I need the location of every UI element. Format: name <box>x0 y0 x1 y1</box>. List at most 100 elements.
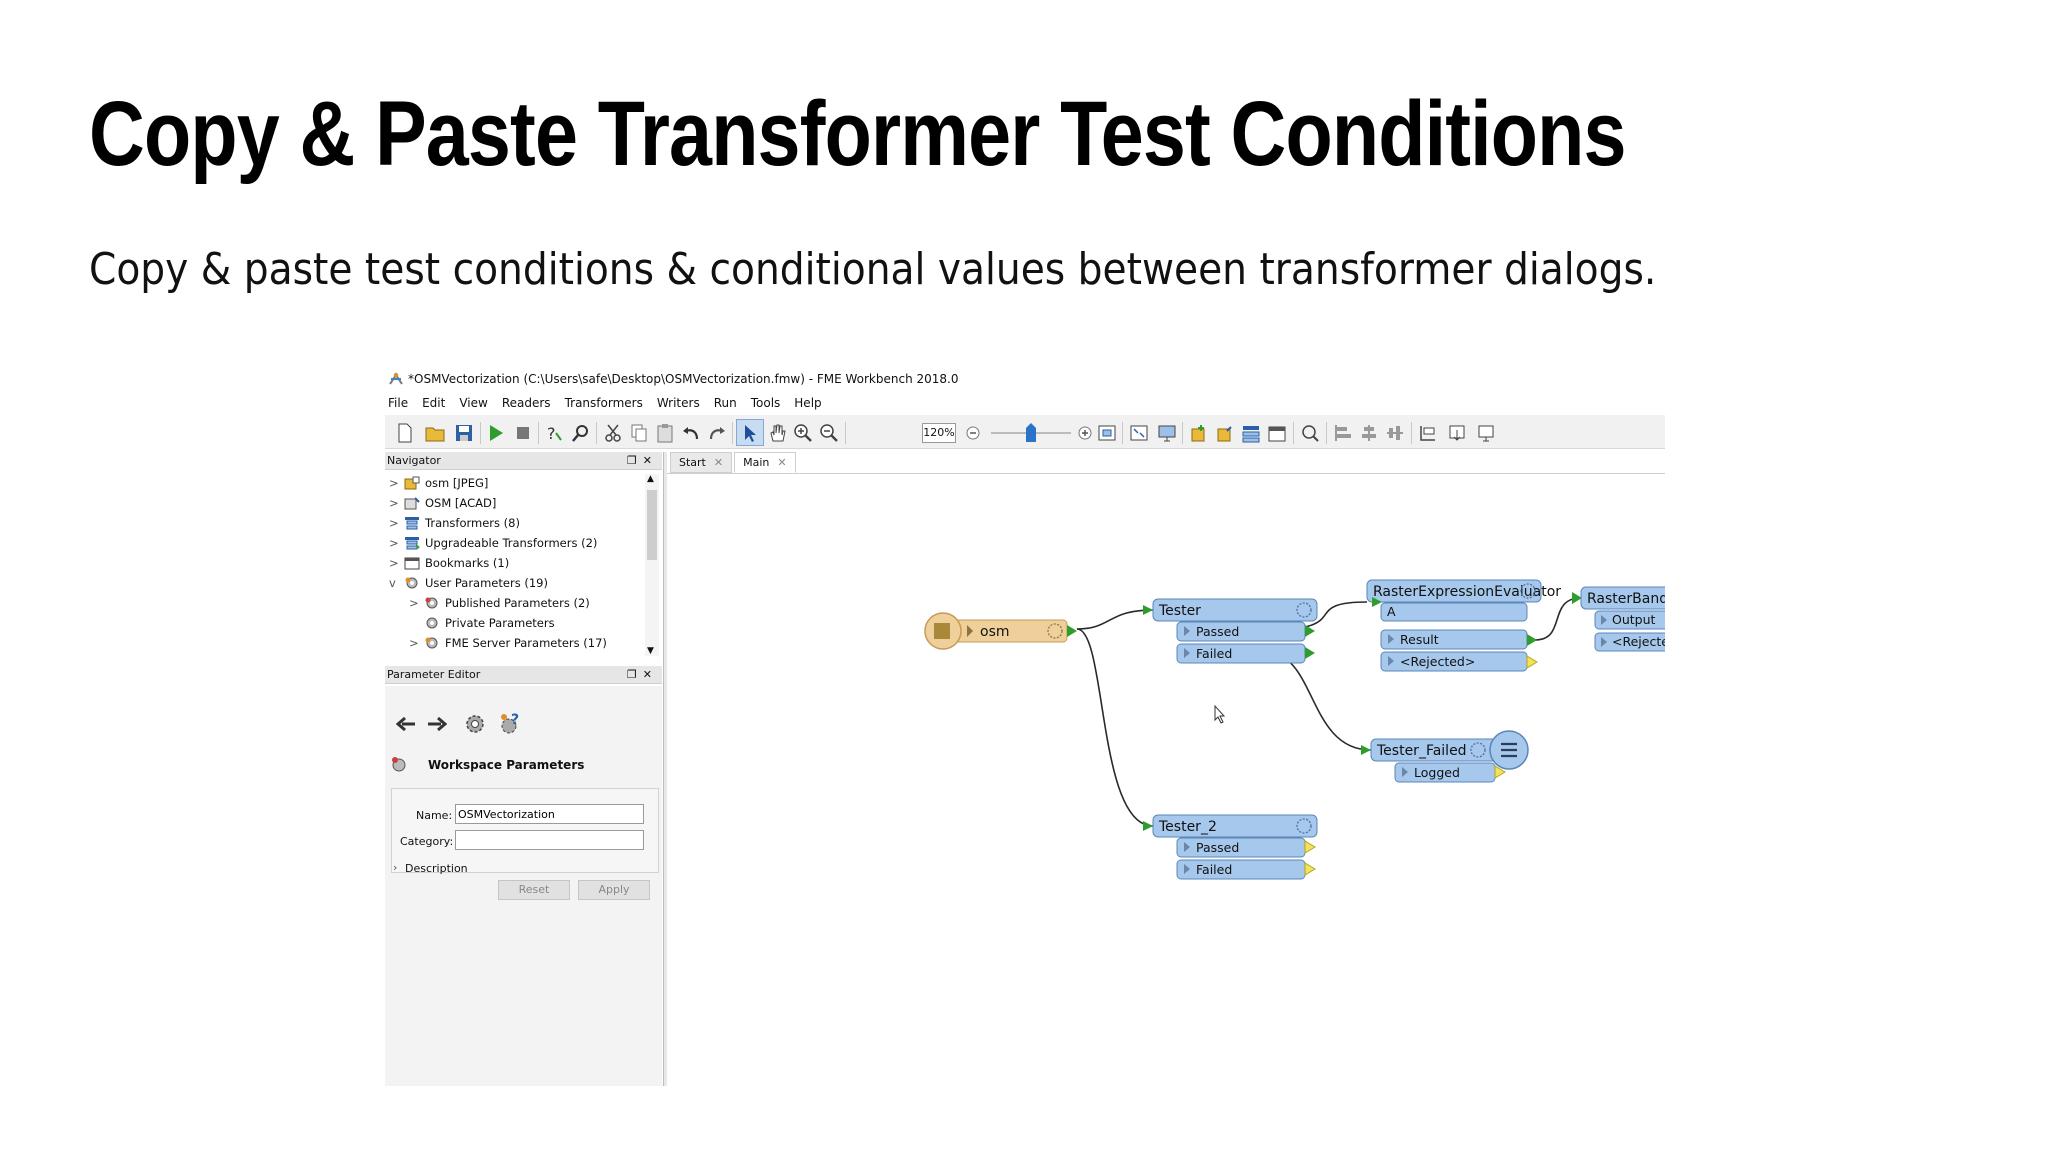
port-result: Result <box>1400 632 1439 647</box>
zoom-level-field[interactable]: 120% <box>922 423 956 443</box>
name-field[interactable] <box>455 804 644 824</box>
tree-expand-toggle[interactable]: > <box>389 476 399 490</box>
parameters-gear-icon[interactable] <box>463 712 487 736</box>
tree-item-published-parameters[interactable]: > Published Parameters (2) <box>409 594 590 612</box>
parameter-editor-window-controls[interactable]: ❐✕ <box>627 666 658 683</box>
scroll-up-icon[interactable]: ▲ <box>647 474 654 484</box>
category-field[interactable] <box>455 830 644 850</box>
find-icon[interactable] <box>571 423 591 443</box>
scroll-down-icon[interactable]: ▼ <box>647 646 654 656</box>
menu-file[interactable]: File <box>388 396 408 410</box>
tree-item-label: Upgradeable Transformers (2) <box>425 536 598 550</box>
add-writer-icon[interactable] <box>1215 423 1235 443</box>
tree-item-transformers[interactable]: > Transformers (8) <box>389 514 520 532</box>
redo-icon[interactable] <box>707 423 727 443</box>
tree-expand-toggle[interactable]: > <box>389 536 399 550</box>
pan-hand-icon[interactable] <box>767 423 787 443</box>
scrollbar-thumb[interactable] <box>647 490 657 560</box>
undo-icon[interactable] <box>681 423 701 443</box>
back-arrow-icon[interactable] <box>396 716 416 732</box>
close-icon[interactable]: ✕ <box>777 453 786 472</box>
stop-icon[interactable] <box>513 423 533 443</box>
tree-expand-toggle[interactable]: > <box>389 516 399 530</box>
open-folder-icon[interactable] <box>425 423 445 443</box>
tree-expand-toggle[interactable]: > <box>409 596 419 610</box>
transformers-icon <box>405 517 419 530</box>
zoom-in-icon[interactable] <box>793 423 813 443</box>
align-middle-icon[interactable] <box>1385 423 1405 443</box>
align-center-icon[interactable] <box>1359 423 1379 443</box>
tree-expand-toggle[interactable]: > <box>409 636 419 650</box>
add-bookmark-icon[interactable] <box>1267 423 1287 443</box>
transformer-tester-2[interactable]: Tester_2 Passed Failed <box>1143 814 1318 880</box>
tree-expand-toggle[interactable]: > <box>389 556 399 570</box>
transformer-raster-expression-evaluator[interactable]: RasterExpressionEvaluator A Result <Reje… <box>1366 579 1561 672</box>
add-transformer-icon[interactable] <box>1241 423 1261 443</box>
reader-osm[interactable]: osm <box>924 612 1077 650</box>
navigator-window-controls[interactable]: ❐✕ <box>627 452 658 469</box>
window-title: *OSMVectorization (C:\Users\safe\Desktop… <box>408 372 959 386</box>
tree-item-user-parameters[interactable]: v User Parameters (19) <box>389 574 548 592</box>
transformer-tester-failed[interactable]: Tester_Failed Logged <box>1361 730 1529 783</box>
menu-run[interactable]: Run <box>714 396 737 410</box>
reader-label: osm <box>980 624 1010 640</box>
tab-start[interactable]: Start ✕ <box>670 452 733 473</box>
tree-item-bookmarks[interactable]: > Bookmarks (1) <box>389 554 509 572</box>
parameter-help-icon[interactable]: ? <box>499 712 523 736</box>
zoom-out-icon[interactable] <box>819 423 839 443</box>
layout-top-icon[interactable] <box>1418 423 1438 443</box>
tree-expand-toggle[interactable]: v <box>389 576 399 590</box>
feature-caching-icon[interactable] <box>1300 423 1320 443</box>
navigator-tree: > osm [JPEG] > OSM [ACAD] > Transformers… <box>385 472 662 662</box>
menu-edit[interactable]: Edit <box>422 396 445 410</box>
server-parameters-icon <box>425 637 438 649</box>
tree-item-private-parameters[interactable]: Private Parameters <box>409 614 555 632</box>
run-icon[interactable] <box>486 423 506 443</box>
forward-arrow-icon[interactable] <box>427 716 447 732</box>
tree-item-upgradeable-transformers[interactable]: > Upgradeable Transformers (2) <box>389 534 597 552</box>
description-label[interactable]: Description <box>405 862 468 875</box>
align-left-icon[interactable] <box>1333 423 1353 443</box>
new-file-icon[interactable] <box>395 423 415 443</box>
workspace-parameters-icon <box>392 757 406 772</box>
close-icon[interactable]: ✕ <box>714 453 723 472</box>
tab-main[interactable]: Main ✕ <box>734 452 796 473</box>
transformer-raster-band-nodata[interactable]: RasterBandNodat Output <Rejected> <box>1572 586 1665 652</box>
copy-icon[interactable] <box>629 423 649 443</box>
reset-button[interactable]: Reset <box>498 880 570 900</box>
menu-view[interactable]: View <box>459 396 487 410</box>
transformer-tester[interactable]: Tester Passed Failed <box>1143 598 1318 664</box>
tree-item-fme-server-parameters[interactable]: > FME Server Parameters (17) <box>409 634 607 652</box>
menu-writers[interactable]: Writers <box>657 396 700 410</box>
workspace-graph: osm Tester Passed Failed Tester_2 Passed… <box>924 579 1665 880</box>
inspect-icon[interactable]: ? <box>544 423 564 443</box>
tree-item-osm-reader[interactable]: > osm [JPEG] <box>389 474 488 492</box>
description-expand-toggle[interactable]: › <box>393 861 397 874</box>
fit-window-icon[interactable] <box>1129 423 1149 443</box>
port-passed: Passed <box>1196 840 1239 855</box>
menu-help[interactable]: Help <box>794 396 821 410</box>
monitor-icon[interactable] <box>1157 423 1177 443</box>
workspace-canvas[interactable]: osm Tester Passed Failed Tester_2 Passed… <box>667 474 1665 1086</box>
tree-item-osm-acad[interactable]: > OSM [ACAD] <box>389 494 496 512</box>
navigator-scrollbar[interactable]: ▲ ▼ <box>645 474 659 656</box>
zoom-slider-thumb[interactable] <box>1025 423 1037 443</box>
paste-icon[interactable] <box>655 423 675 443</box>
zoom-plus-icon[interactable] <box>1075 423 1095 443</box>
apply-button[interactable]: Apply <box>578 880 650 900</box>
menu-transformers[interactable]: Transformers <box>565 396 643 410</box>
cut-icon[interactable] <box>603 423 623 443</box>
parameter-editor-heading: Workspace Parameters <box>428 758 585 772</box>
menu-tools[interactable]: Tools <box>751 396 781 410</box>
user-parameters-icon <box>405 577 418 589</box>
layout-down-icon[interactable] <box>1447 423 1467 443</box>
tree-expand-toggle[interactable]: > <box>389 496 399 510</box>
port-failed: Failed <box>1196 862 1232 877</box>
zoom-minus-icon[interactable] <box>963 423 983 443</box>
layout-export-icon[interactable] <box>1476 423 1496 443</box>
save-icon[interactable] <box>454 423 474 443</box>
select-arrow-icon[interactable] <box>740 423 760 443</box>
add-reader-icon[interactable] <box>1189 423 1209 443</box>
zoom-extents-icon[interactable] <box>1097 423 1117 443</box>
menu-readers[interactable]: Readers <box>502 396 551 410</box>
